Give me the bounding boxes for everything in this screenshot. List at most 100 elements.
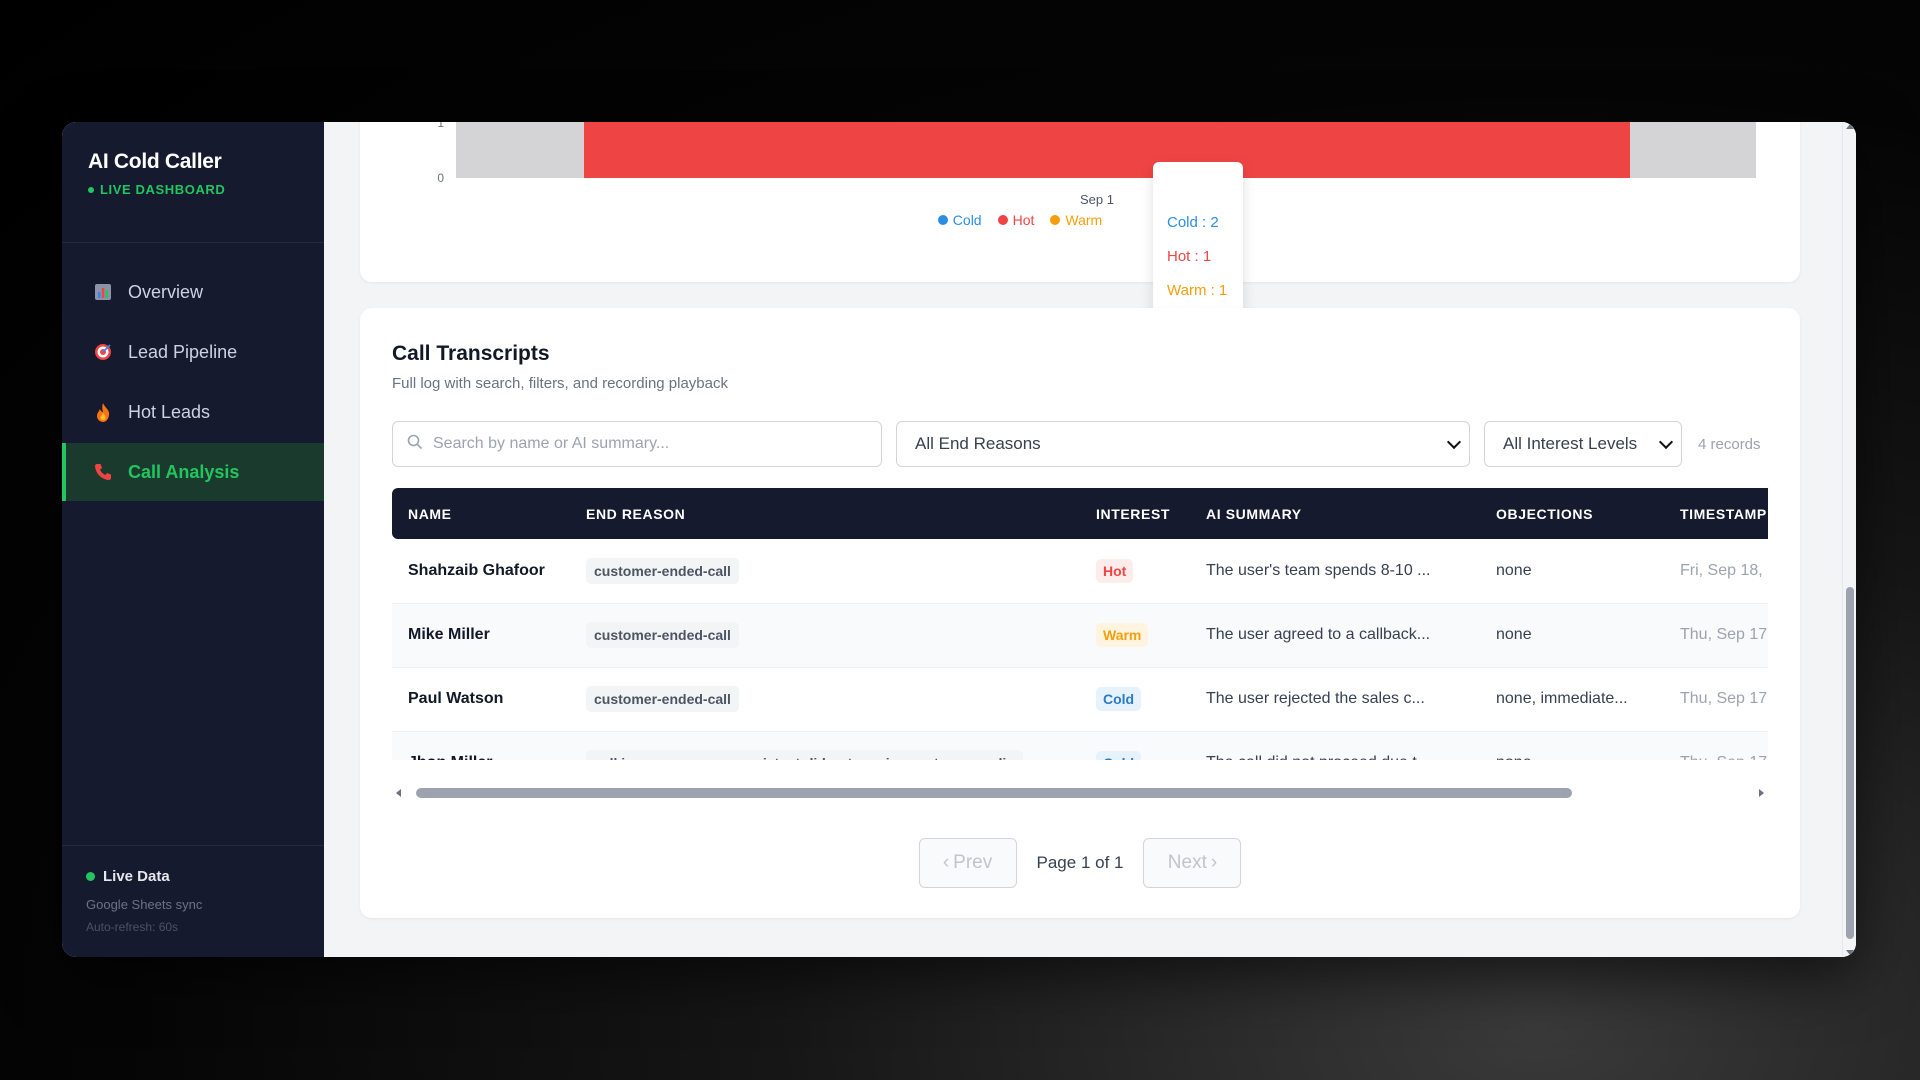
sidebar-item-hot-leads[interactable]: Hot Leads [62,383,324,441]
legend-item-warm[interactable]: Warm [1050,212,1102,228]
sidebar-item-label: Hot Leads [128,401,211,422]
table-row[interactable]: Paul Watson customer-ended-call Cold The… [392,667,1768,731]
cell-name: Jhon Miller [392,731,570,760]
cell-interest: Warm [1080,603,1190,667]
column-header-end-reason[interactable]: END REASON [570,488,1080,539]
cell-objections: none [1496,626,1532,643]
scroll-down-icon[interactable] [1846,950,1854,955]
call-transcripts-card: Call Transcripts Full log with search, f… [360,308,1800,918]
live-dashboard-badge: LIVE DASHBOARD [88,182,298,197]
end-reason-pill: call.in-progress.error-assistant-did-not… [586,750,1023,760]
column-header-interest[interactable]: INTEREST [1080,488,1190,539]
fire-icon [92,401,114,423]
cell-ai-summary: The user agreed to a callback... [1206,626,1431,643]
cell-interest: Cold [1080,731,1190,760]
legend-item-cold[interactable]: Cold [937,212,982,228]
legend-item-hot[interactable]: Hot [997,212,1035,228]
filter-bar: All End Reasons All Interest Levels 4 re… [392,421,1768,467]
brand: AI Cold Caller LIVE DASHBOARD [62,122,324,243]
cell-end-reason: customer-ended-call [570,603,1080,667]
prev-label: Prev [953,852,993,873]
interest-select-value: All Interest Levels [1503,434,1638,453]
search-icon [407,434,423,455]
pagination: ‹ Prev Page 1 of 1 Next › [360,838,1800,888]
app-title: AI Cold Caller [88,150,222,173]
vertical-scroll-thumb[interactable] [1846,587,1854,939]
legend-hot-swatch [997,215,1008,225]
sidebar-footer: Live Data Google Sheets sync Auto-refres… [62,845,324,957]
phone-icon [92,461,114,483]
column-header-objections[interactable]: OBJECTIONS [1480,488,1664,539]
next-page-button[interactable]: Next › [1143,838,1242,888]
column-header-name[interactable]: NAME [392,488,570,539]
vertical-scrollbar[interactable] [1842,122,1856,957]
target-icon [92,341,114,363]
live-data-status: Live Data [86,868,300,885]
legend-hot-label: Hot [1012,212,1035,228]
interest-chart: 0 1 Sep 1 [437,122,1756,207]
column-header-timestamp[interactable]: TIMESTAMP [1664,488,1768,539]
chart-tooltip: Cold : 2 Hot : 1 Warm : 1 [1153,162,1243,314]
page-indicator: Page 1 of 1 [1036,853,1124,872]
bar-hot-segment[interactable] [584,136,1630,178]
cell-objections: none [1496,561,1532,579]
y-tick-label: 1 [437,122,444,130]
table-header-row: NAME END REASON INTEREST AI SUMMARY OBJE… [392,488,1768,539]
end-reason-pill: customer-ended-call [586,557,739,584]
cell-timestamp: Thu, Sep 17, [1664,731,1768,760]
next-label: Next [1167,852,1207,873]
live-status-dot-icon [86,872,95,881]
main-content: 0 1 Sep 1 Cold Hot Warm Cold : 2 Hot : 1 [324,122,1856,957]
live-dot-icon [88,186,94,193]
prev-page-button[interactable]: ‹ Prev [918,838,1017,888]
sidebar-item-label: Lead Pipeline [128,341,238,362]
chevron-right-icon: › [1210,852,1218,873]
sync-source: Google Sheets sync [86,897,203,912]
cell-interest: Hot [1080,539,1190,603]
sidebar-item-overview[interactable]: Overview [62,263,324,321]
interest-badge: Hot [1096,558,1134,583]
x-tick-label: Sep 1 [1080,192,1114,207]
record-count: 4 records [1698,435,1761,453]
end-reason-select[interactable]: All End Reasons [896,421,1470,467]
sidebar-item-label: Overview [128,281,204,302]
horizontal-scrollbar[interactable] [392,786,1768,800]
end-reason-pill: customer-ended-call [586,622,739,648]
scroll-left-icon[interactable] [396,789,401,797]
cell-timestamp: Thu, Sep 17, [1680,690,1768,707]
sidebar-nav: Overview Lead Pipeline Hot Leads Call An… [62,243,324,501]
search-input[interactable] [433,435,881,453]
table-row[interactable]: Shahzaib Ghafoor customer-ended-call Hot… [392,539,1768,603]
cell-ai-summary: The user rejected the sales c... [1206,690,1425,707]
cell-name: Mike Miller [408,626,490,643]
cell-timestamp: Thu, Sep 17, [1680,626,1768,643]
chevron-left-icon: ‹ [942,852,950,873]
section-title: Call Transcripts [392,342,550,365]
cell-timestamp: Fri, Sep 18, 9 [1680,561,1768,579]
table-row[interactable]: Mike Miller customer-ended-call Warm The… [392,603,1768,667]
cell-ai-summary: The call did not proceed due t... [1190,731,1480,760]
scroll-up-icon[interactable] [1846,124,1854,129]
sidebar-item-label: Call Analysis [128,461,240,482]
y-tick-label: 0 [437,171,444,185]
interest-badge: Cold [1096,687,1142,711]
table-row[interactable]: Jhon Miller call.in-progress.error-assis… [392,731,1768,760]
end-reason-select-value: All End Reasons [915,434,1041,453]
legend-warm-swatch [1050,215,1061,225]
live-data-label: Live Data [103,868,170,885]
legend-cold-label: Cold [952,212,982,228]
interest-chart-card: 0 1 Sep 1 Cold Hot Warm Cold : 2 Hot : 1 [360,122,1800,314]
cell-interest: Cold [1080,667,1190,731]
cell-name: Shahzaib Ghafoor [408,561,545,579]
chevron-down-icon [1658,434,1674,449]
legend-cold-swatch [937,215,948,225]
scroll-right-icon[interactable] [1759,789,1764,797]
sidebar-item-lead-pipeline[interactable]: Lead Pipeline [62,323,324,381]
cell-end-reason: customer-ended-call [570,539,1080,603]
transcripts-table-container: NAME END REASON INTEREST AI SUMMARY OBJE… [392,488,1768,760]
column-header-ai-summary[interactable]: AI SUMMARY [1190,488,1480,539]
sidebar-item-call-analysis[interactable]: Call Analysis [62,443,324,501]
horizontal-scroll-thumb[interactable] [416,788,1572,798]
interest-level-select[interactable]: All Interest Levels [1484,421,1682,467]
cell-ai-summary: The user's team spends 8-10 ... [1206,561,1431,579]
